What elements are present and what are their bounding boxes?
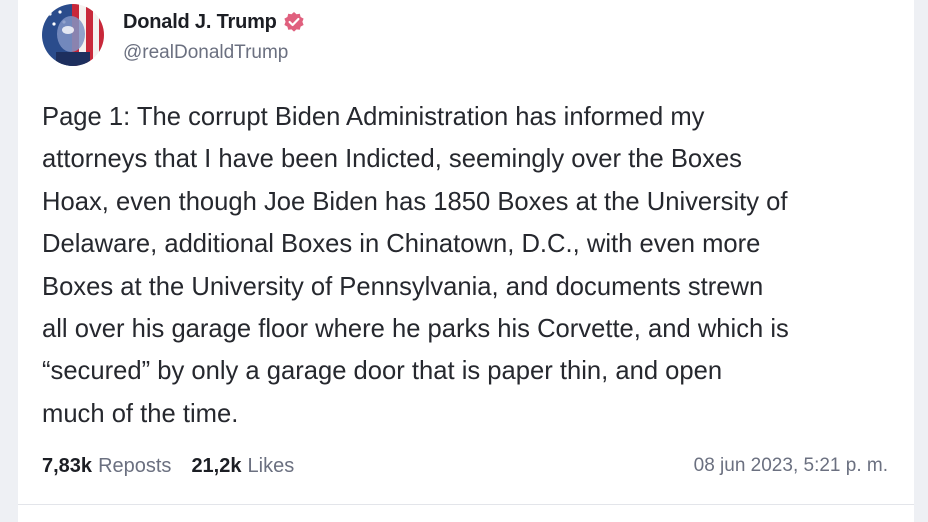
reposts-label[interactable]: Reposts <box>98 455 171 478</box>
verified-badge-icon <box>283 11 305 33</box>
page: Donald J. Trump @realDonaldTrump Page 1:… <box>0 0 928 522</box>
author-display-name[interactable]: Donald J. Trump <box>123 11 277 34</box>
post-body-text: Page 1: The corrupt Biden Administration… <box>42 103 789 428</box>
author-handle[interactable]: @realDonaldTrump <box>123 42 288 64</box>
post-stats: 7,83k Reposts 21,2k Likes <box>42 455 294 478</box>
likes-count[interactable]: 21,2k <box>191 455 241 478</box>
avatar[interactable] <box>42 4 104 66</box>
author-name-row[interactable]: Donald J. Trump <box>123 10 305 34</box>
avatar-image <box>42 4 104 66</box>
post-timestamp[interactable]: 08 jun 2023, 5:21 p. m. <box>694 455 888 477</box>
reposts-count[interactable]: 7,83k <box>42 455 92 478</box>
next-card <box>18 505 914 522</box>
likes-label[interactable]: Likes <box>248 455 295 478</box>
